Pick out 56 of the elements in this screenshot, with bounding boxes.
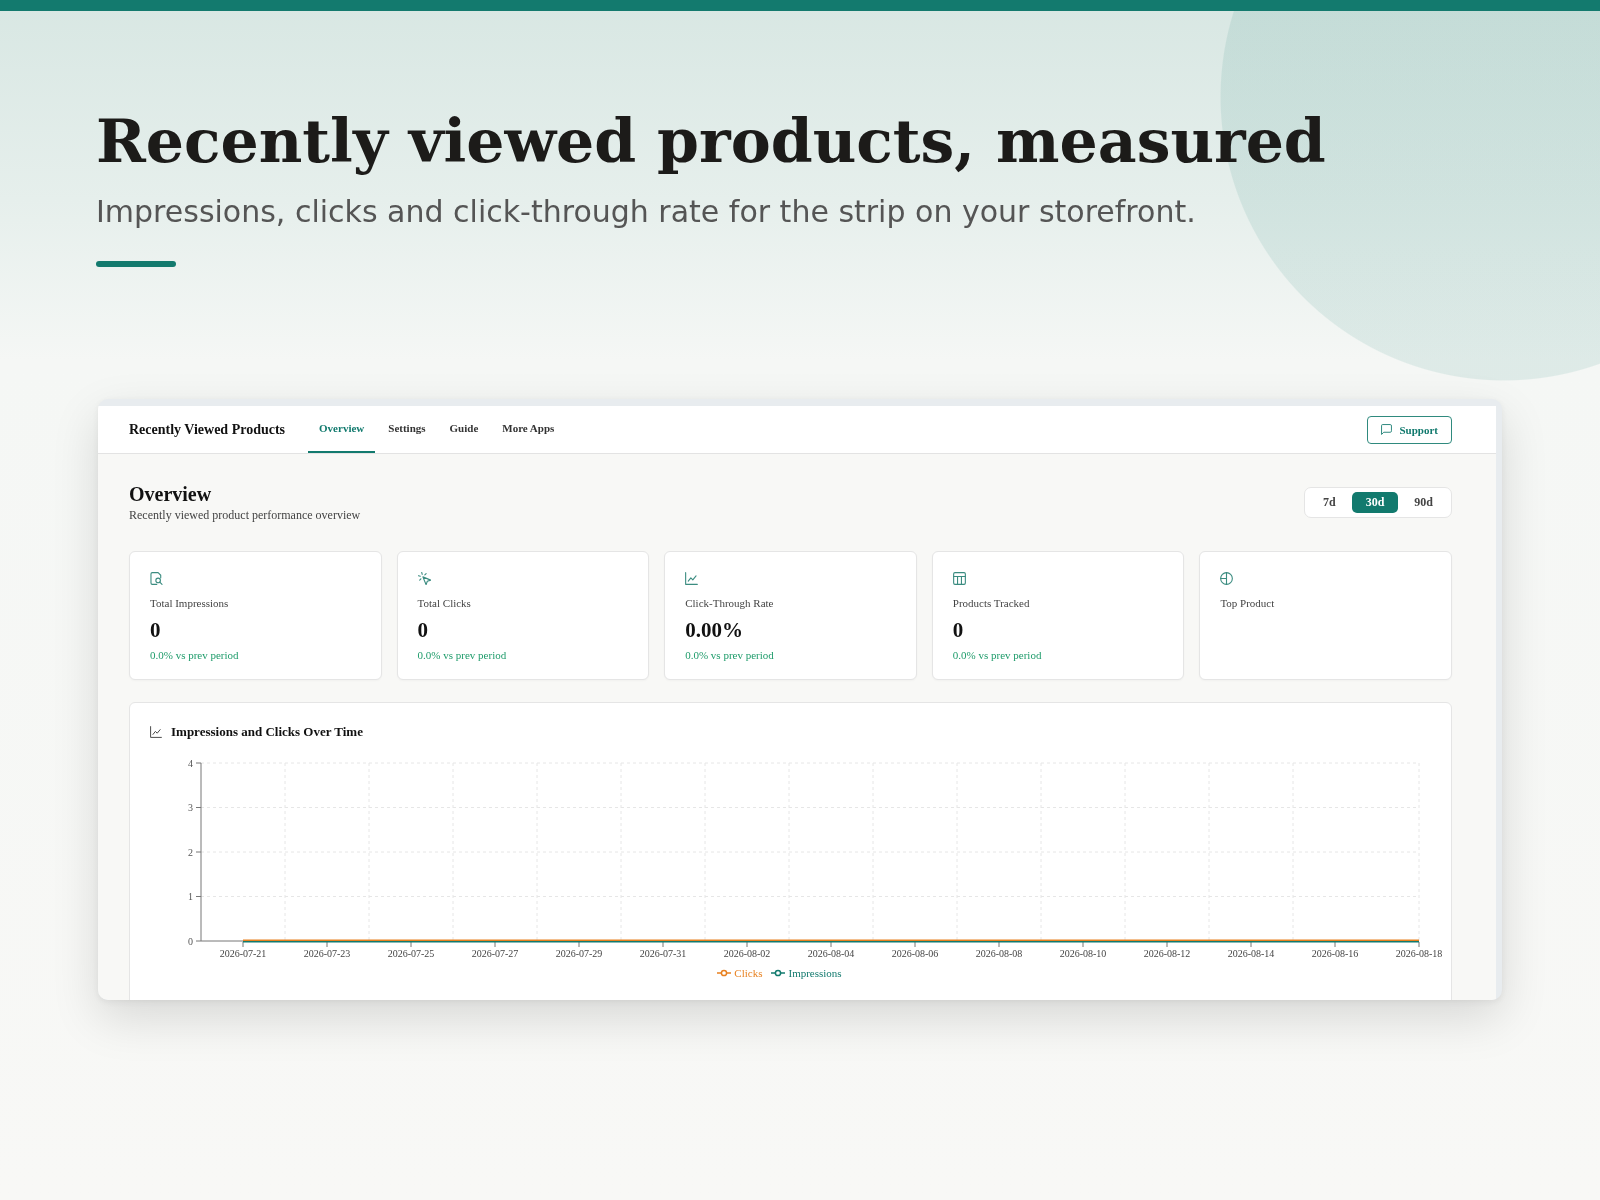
axis-tick-label: 4 bbox=[188, 757, 193, 769]
app-brand: Recently Viewed Products bbox=[129, 421, 286, 439]
hero-title: Recently viewed products, measured bbox=[96, 105, 1326, 177]
metric-label: Products Tracked bbox=[952, 596, 1030, 610]
axis-tick-label: 2026-08-08 bbox=[975, 948, 1023, 959]
metric-value: 0 bbox=[952, 618, 964, 642]
range-option[interactable]: 7d bbox=[1308, 492, 1350, 513]
cursor-click-icon bbox=[417, 572, 431, 585]
table-icon bbox=[952, 572, 966, 585]
metric-change: 0.0% vs prev period bbox=[417, 648, 507, 662]
nav-tab[interactable]: More Apps bbox=[491, 406, 566, 453]
metric-label: Top Product bbox=[1220, 596, 1275, 610]
metric-label: Click-Through Rate bbox=[685, 596, 774, 610]
axis-tick-label: 0 bbox=[188, 935, 193, 947]
metric-label: Total Impressions bbox=[150, 596, 229, 610]
axis-tick-label: 1 bbox=[188, 891, 193, 902]
line-chart-icon bbox=[685, 572, 699, 585]
support-button[interactable]: Support bbox=[1367, 415, 1452, 444]
metric-value: 0 bbox=[150, 618, 161, 642]
axis-tick-label: 2026-08-10 bbox=[1059, 948, 1107, 959]
axis-tick-label: 2026-07-29 bbox=[555, 948, 603, 959]
chart-title: Impressions and Clicks Over Time bbox=[171, 724, 363, 740]
legend-label: Clicks bbox=[734, 966, 763, 980]
axis-tick-label: 2026-08-02 bbox=[723, 948, 771, 959]
page-subtitle: Recently viewed product performance overview bbox=[129, 507, 361, 523]
axis-tick-label: 2026-07-31 bbox=[639, 948, 687, 959]
page-title: Overview bbox=[129, 482, 213, 506]
line-chart-icon bbox=[150, 726, 162, 738]
axis-tick-label: 2026-08-14 bbox=[1227, 948, 1275, 959]
axis-tick-label: 2 bbox=[188, 846, 193, 858]
chat-bubble-icon bbox=[1381, 424, 1393, 435]
range-option[interactable]: 30d bbox=[1351, 492, 1399, 513]
metric-change: 0.0% vs prev period bbox=[952, 648, 1042, 662]
pie-chart-icon bbox=[1220, 572, 1234, 585]
axis-tick-label: 2026-07-27 bbox=[471, 948, 519, 959]
hero-subtitle: Impressions, clicks and click-through rate for the strip on your storefront. bbox=[96, 193, 1196, 231]
axis-tick-label: 2026-08-16 bbox=[1311, 948, 1359, 959]
nav-tab[interactable]: Settings bbox=[377, 406, 437, 453]
metric-value: 0.00% bbox=[685, 618, 743, 642]
document-search-icon bbox=[150, 572, 163, 585]
axis-tick-label: 2026-07-23 bbox=[303, 948, 351, 959]
range-option[interactable]: 90d bbox=[1400, 492, 1447, 513]
axis-tick-label: 2026-07-25 bbox=[387, 948, 435, 959]
metric-label: Total Clicks bbox=[417, 596, 471, 610]
axis-tick-label: 2026-08-18 bbox=[1395, 948, 1443, 959]
legend-label: Impressions bbox=[788, 966, 842, 980]
metric-change: 0.0% vs prev period bbox=[685, 648, 774, 662]
metric-change: 0.0% vs prev period bbox=[150, 648, 239, 662]
nav-tab[interactable]: Overview bbox=[308, 406, 376, 453]
nav-tab[interactable]: Guide bbox=[438, 406, 490, 453]
metric-value: 0 bbox=[417, 618, 429, 642]
axis-tick-label: 2026-07-21 bbox=[219, 948, 267, 959]
axis-tick-label: 2026-08-06 bbox=[891, 948, 939, 959]
axis-tick-label: 3 bbox=[188, 802, 193, 813]
axis-tick-label: 2026-08-04 bbox=[807, 948, 855, 959]
axis-tick-label: 2026-08-12 bbox=[1143, 948, 1191, 959]
